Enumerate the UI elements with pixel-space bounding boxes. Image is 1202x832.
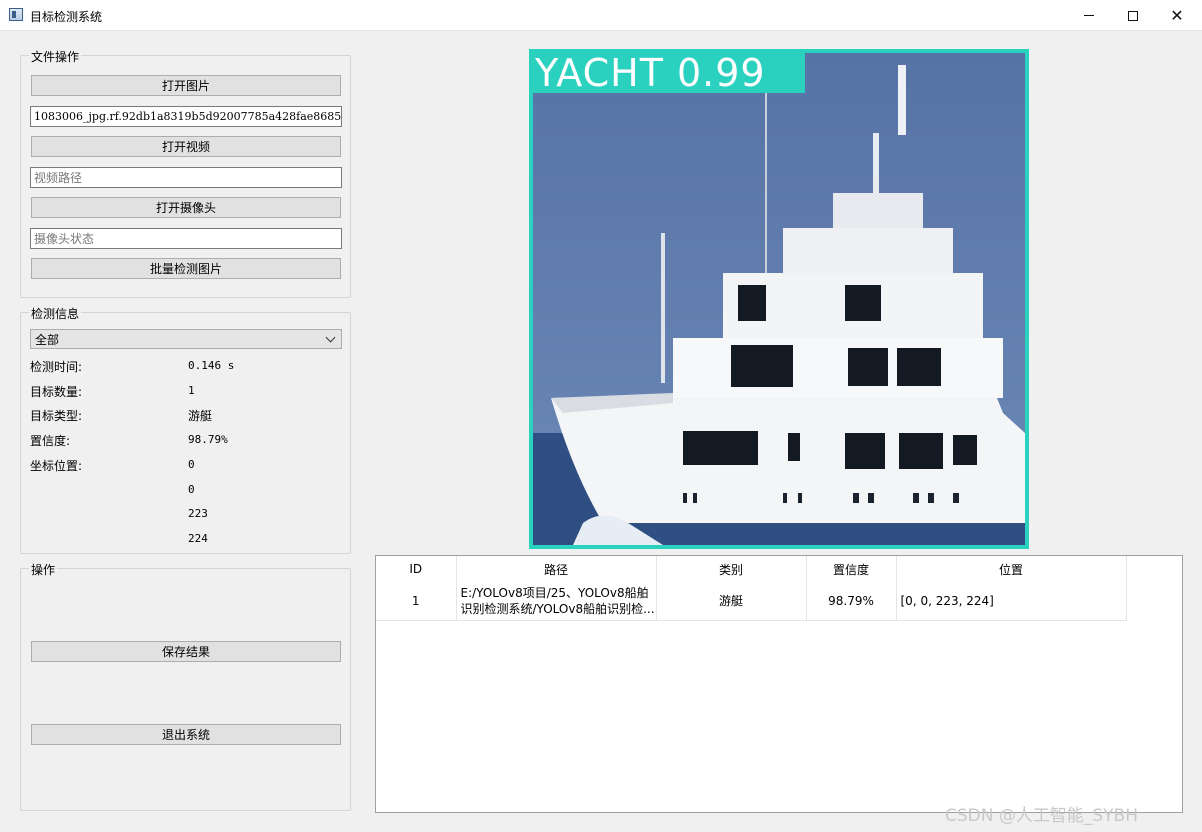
type-label: 目标类型: — [30, 409, 83, 423]
image-path-field[interactable]: 1083006_jpg.rf.92db1a8319b5d92007785a428… — [30, 106, 342, 127]
open-camera-button[interactable]: 打开摄像头 — [31, 197, 341, 218]
col-header-position[interactable]: 位置 — [896, 556, 1127, 582]
ops-title: 操作 — [29, 561, 58, 578]
watermark-text: CSDN @人工智能_SYBH — [945, 806, 1138, 826]
maximize-button[interactable] — [1110, 0, 1156, 31]
title-bar: 目标检测系统 ✕ — [0, 0, 1202, 31]
open-image-button[interactable]: 打开图片 — [31, 75, 341, 96]
video-path-placeholder: 视频路径 — [34, 171, 83, 185]
batch-detect-button[interactable]: 批量检测图片 — [31, 258, 341, 279]
cell-position: [0, 0, 223, 224] — [896, 582, 1127, 621]
ops-group: 操作 保存结果 退出系统 — [20, 561, 351, 811]
camera-status-field[interactable]: 摄像头状态 — [30, 228, 342, 249]
detection-label: YACHT 0.99 — [533, 53, 805, 93]
time-label: 检测时间: — [30, 360, 83, 374]
app-icon — [9, 8, 23, 21]
col-header-category[interactable]: 类别 — [656, 556, 807, 582]
cell-category: 游艇 — [656, 582, 807, 621]
col-header-confidence[interactable]: 置信度 — [806, 556, 897, 582]
cell-path-line1: E:/YOLOv8项目/25、YOLOv8船舶 — [460, 585, 649, 600]
col-header-id[interactable]: ID — [376, 556, 457, 582]
coord-ymin: 0 — [188, 483, 195, 496]
save-results-button[interactable]: 保存结果 — [31, 641, 341, 662]
minimize-icon — [1084, 15, 1094, 16]
time-value: 0.146 s — [188, 359, 235, 372]
maximize-icon — [1128, 10, 1138, 21]
window-title: 目标检测系统 — [30, 10, 103, 24]
chevron-down-icon — [325, 332, 336, 342]
detection-image: YACHT 0.99 — [529, 49, 1029, 549]
exit-system-button[interactable]: 退出系统 — [31, 724, 341, 745]
minimize-button[interactable] — [1066, 0, 1112, 31]
yacht-photo — [533, 53, 1025, 545]
results-table[interactable]: ID 路径 类别 置信度 位置 1 E:/YOLOv8项目/25、YOLOv8船… — [375, 555, 1183, 813]
coord-xmin: 0 — [188, 458, 195, 471]
coord-ymax: 224 — [188, 532, 208, 545]
file-ops-group: 文件操作 打开图片 1083006_jpg.rf.92db1a8319b5d92… — [20, 48, 351, 298]
type-value: 游艇 — [188, 409, 213, 423]
table-row[interactable]: 1 E:/YOLOv8项目/25、YOLOv8船舶 识别检测系统/YOLOv8船… — [376, 582, 1127, 621]
table-header-row: ID 路径 类别 置信度 位置 — [376, 556, 1127, 582]
class-filter-value: 全部 — [35, 332, 60, 347]
camera-status-placeholder: 摄像头状态 — [34, 232, 95, 246]
confidence-label: 置信度: — [30, 434, 71, 448]
open-video-button[interactable]: 打开视频 — [31, 136, 341, 157]
detect-info-group: 检测信息 全部 检测时间: 0.146 s 目标数量: 1 目标类型: 游艇 置… — [20, 305, 351, 554]
coord-label: 坐标位置: — [30, 459, 83, 473]
class-filter-select[interactable]: 全部 — [30, 329, 342, 349]
col-header-path[interactable]: 路径 — [456, 556, 657, 582]
cell-path-line2: 识别检测系统/YOLOv8船舶识别检... — [460, 601, 655, 616]
confidence-value: 98.79% — [188, 433, 228, 446]
cell-confidence: 98.79% — [806, 582, 897, 621]
close-button[interactable]: ✕ — [1154, 0, 1200, 31]
close-icon: ✕ — [1170, 5, 1184, 25]
video-path-field[interactable]: 视频路径 — [30, 167, 342, 188]
file-ops-title: 文件操作 — [29, 48, 82, 65]
cell-path: E:/YOLOv8项目/25、YOLOv8船舶 识别检测系统/YOLOv8船舶识… — [456, 582, 657, 621]
coord-xmax: 223 — [188, 507, 208, 520]
detect-info-title: 检测信息 — [29, 305, 82, 322]
count-label: 目标数量: — [30, 385, 83, 399]
cell-id: 1 — [376, 582, 457, 621]
count-value: 1 — [188, 384, 195, 397]
